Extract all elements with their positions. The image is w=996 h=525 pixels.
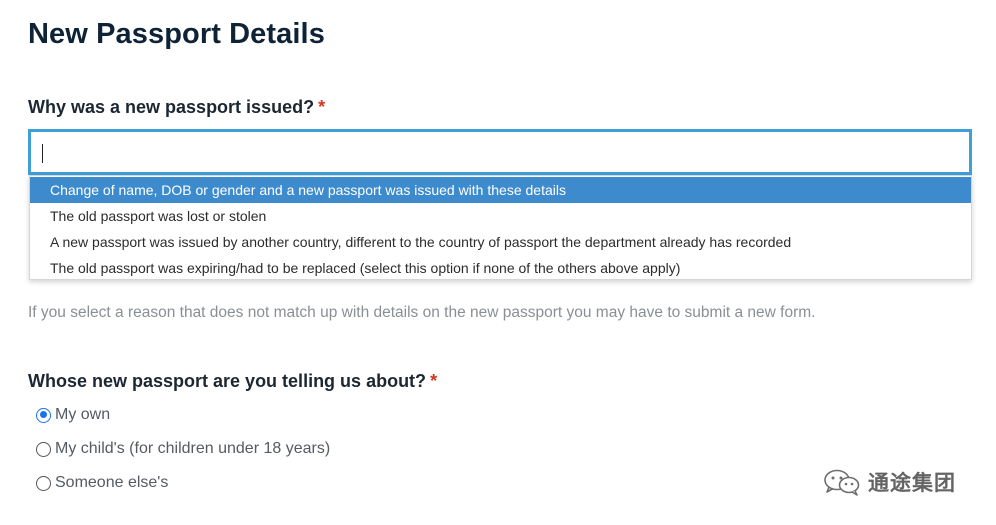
reason-option-expiring[interactable]: The old passport was expiring/had to be … xyxy=(30,255,971,281)
required-marker: * xyxy=(430,371,438,391)
required-marker: * xyxy=(318,97,326,117)
reason-option-lost-stolen[interactable]: The old passport was lost or stolen xyxy=(30,203,971,229)
text-cursor xyxy=(42,144,43,163)
reason-hint-text: If you select a reason that does not mat… xyxy=(28,304,816,321)
watermark: 通途集团 xyxy=(822,466,956,498)
reason-option-other-country[interactable]: A new passport was issued by another cou… xyxy=(30,229,971,255)
radio-option-my-own[interactable]: My own xyxy=(36,404,110,426)
reason-dropdown-list: Change of name, DOB or gender and a new … xyxy=(29,175,972,280)
whose-question-label: Whose new passport are you telling us ab… xyxy=(28,371,437,392)
page-title: New Passport Details xyxy=(28,18,325,50)
radio-label-my-child: My child's (for children under 18 years) xyxy=(55,440,331,457)
radio-button[interactable] xyxy=(36,441,51,457)
reason-option-name-change[interactable]: Change of name, DOB or gender and a new … xyxy=(30,177,971,203)
radio-label-my-own: My own xyxy=(55,406,111,423)
radio-button[interactable] xyxy=(36,475,51,491)
wechat-logo-icon xyxy=(824,469,860,496)
radio-button-checked[interactable] xyxy=(36,407,51,423)
whose-question-text: Whose new passport are you telling us ab… xyxy=(28,371,427,391)
watermark-text: 通途集团 xyxy=(868,471,956,495)
reason-question-label: Why was a new passport issued? * xyxy=(28,97,325,118)
radio-option-someone-else[interactable]: Someone else's xyxy=(36,472,168,494)
reason-select-input[interactable] xyxy=(28,129,972,175)
radio-label-someone-else: Someone else's xyxy=(55,474,169,491)
reason-question-text: Why was a new passport issued? xyxy=(28,97,315,117)
radio-option-my-child[interactable]: My child's (for children under 18 years) xyxy=(36,438,330,460)
